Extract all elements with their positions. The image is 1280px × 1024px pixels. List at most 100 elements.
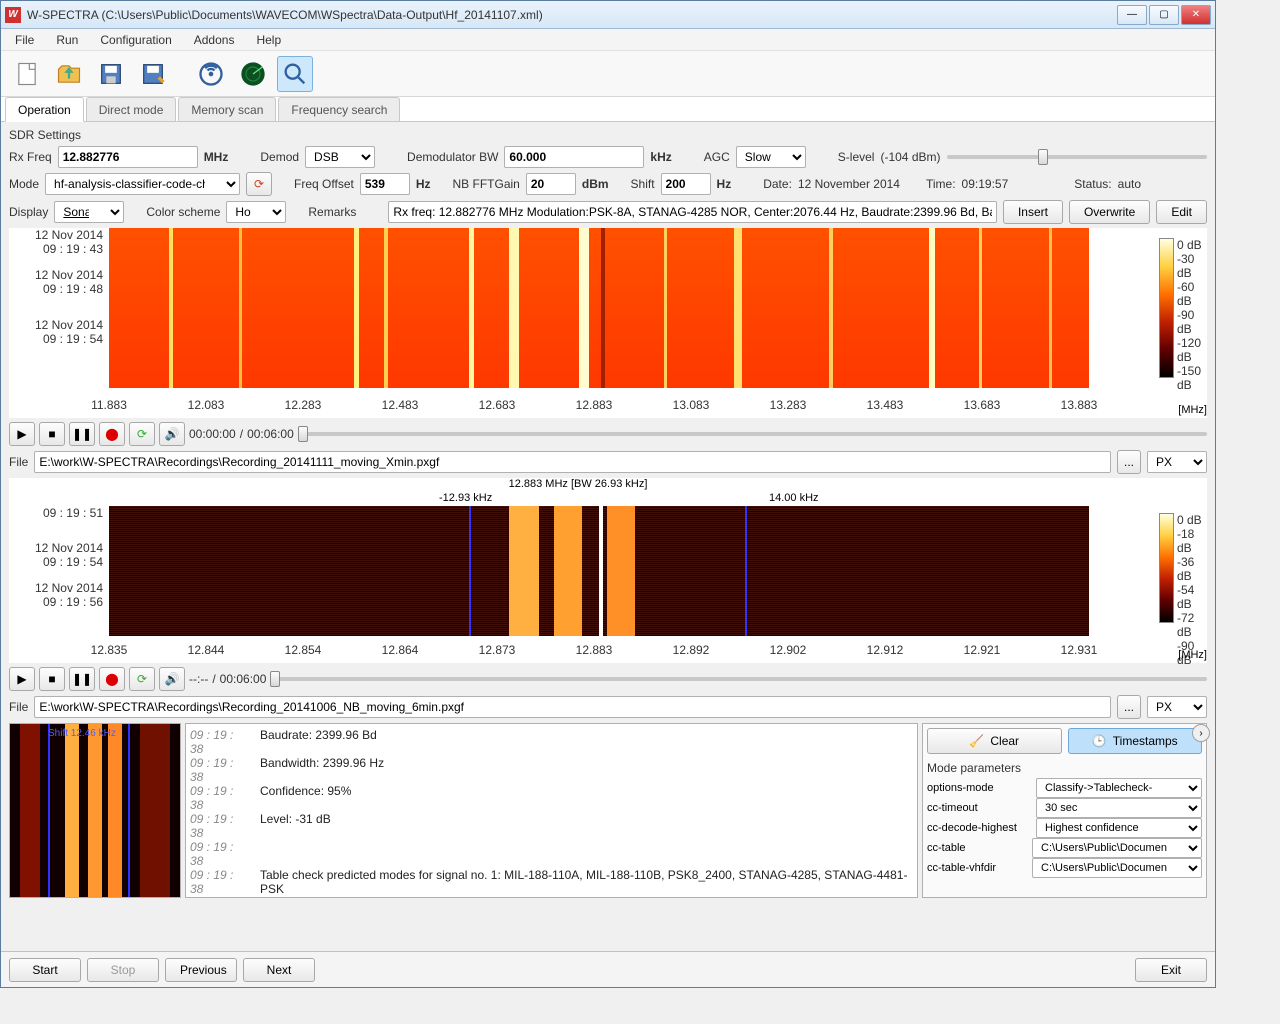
nb-input[interactable]: [526, 173, 576, 195]
loop-icon[interactable]: ⟳: [129, 422, 155, 446]
axis-tick: 12.883: [576, 398, 613, 412]
param-row: cc-timeout 30 sec: [927, 798, 1202, 818]
insert-button[interactable]: Insert: [1003, 200, 1063, 224]
spectrogram-wide[interactable]: 12 Nov 201409 : 19 : 43 12 Nov 201409 : …: [9, 228, 1207, 418]
sg2-canvas[interactable]: [109, 506, 1089, 636]
slevel-slider[interactable]: [947, 155, 1208, 159]
log-line: 09 : 19 : 38 Code check started, checkin…: [190, 896, 913, 898]
freq-offset-unit: Hz: [416, 177, 431, 191]
demod-select[interactable]: DSB: [305, 146, 375, 168]
param-select[interactable]: 30 sec: [1036, 798, 1202, 818]
menu-run[interactable]: Run: [46, 31, 88, 49]
transport-slider-2[interactable]: [270, 677, 1207, 681]
param-row: cc-tableC:\Users\Public\Documen: [927, 838, 1202, 858]
color-label: Color scheme: [146, 205, 220, 219]
timestamps-button[interactable]: 🕒Timestamps: [1068, 728, 1203, 754]
remarks-label: Remarks: [308, 205, 356, 219]
mini-sg-label: Shift 12.46 kHz: [48, 728, 116, 739]
menu-help[interactable]: Help: [246, 31, 291, 49]
previous-button[interactable]: Previous: [165, 958, 237, 982]
transport-slider-1[interactable]: [298, 432, 1207, 436]
status-label: Status:: [1074, 177, 1111, 191]
format-select-2[interactable]: PXGF: [1147, 696, 1207, 718]
sg1-canvas[interactable]: [109, 228, 1089, 388]
param-label: cc-decode-highest: [927, 822, 1032, 834]
stop-button[interactable]: Stop: [87, 958, 159, 982]
spectrogram-narrow[interactable]: 12.883 MHz [BW 26.93 kHz] -12.93 kHz 14.…: [9, 478, 1207, 663]
titlebar: W W-SPECTRA (C:\Users\Public\Documents\W…: [1, 1, 1215, 29]
slevel-value: (-104 dBm): [880, 150, 940, 164]
refresh-mode-icon[interactable]: ⟳: [246, 172, 272, 196]
param-label: cc-timeout: [927, 802, 1032, 814]
browse-button-1[interactable]: ...: [1117, 450, 1141, 474]
tab-memory-scan[interactable]: Memory scan: [178, 97, 276, 121]
format-select-1[interactable]: PXGF: [1147, 451, 1207, 473]
menu-file[interactable]: File: [5, 31, 44, 49]
search-icon[interactable]: [277, 56, 313, 92]
open-file-icon[interactable]: [51, 56, 87, 92]
new-file-icon[interactable]: [9, 56, 45, 92]
antenna-icon[interactable]: [193, 56, 229, 92]
axis-tick: 13.883: [1061, 398, 1098, 412]
pause-icon[interactable]: ❚❚: [69, 422, 95, 446]
play-icon-2[interactable]: ▶: [9, 667, 35, 691]
stop-icon-2[interactable]: ■: [39, 667, 65, 691]
loop-icon-2[interactable]: ⟳: [129, 667, 155, 691]
axis-tick: 13.083: [673, 398, 710, 412]
bw-unit: kHz: [650, 150, 671, 164]
log-text[interactable]: 09 : 19 : 38Baudrate: 2399.96 Bd09 : 19 …: [185, 723, 918, 898]
shift-input[interactable]: [661, 173, 711, 195]
display-select[interactable]: Sonagra: [54, 201, 124, 223]
play-icon[interactable]: ▶: [9, 422, 35, 446]
next-button[interactable]: Next: [243, 958, 315, 982]
time-current-2: --:--: [189, 672, 208, 686]
time-label: Time:: [926, 177, 956, 191]
freq-offset-input[interactable]: [360, 173, 410, 195]
sg1-colorbar: 0 dB-30 dB-60 dB-90 dB-120 dB-150 dB: [1159, 238, 1207, 378]
radar-icon[interactable]: [235, 56, 271, 92]
speaker-icon-2[interactable]: 🔊: [159, 667, 185, 691]
color-select[interactable]: Hot: [226, 201, 286, 223]
browse-button-2[interactable]: ...: [1117, 695, 1141, 719]
tab-frequency-search[interactable]: Frequency search: [278, 97, 400, 121]
clear-button[interactable]: 🧹Clear: [927, 728, 1062, 754]
tab-operation[interactable]: Operation: [5, 97, 84, 122]
minimize-button[interactable]: —: [1117, 5, 1147, 25]
close-button[interactable]: ✕: [1181, 5, 1211, 25]
agc-select[interactable]: Slow: [736, 146, 806, 168]
save-as-icon[interactable]: [135, 56, 171, 92]
start-button[interactable]: Start: [9, 958, 81, 982]
menu-configuration[interactable]: Configuration: [90, 31, 181, 49]
save-icon[interactable]: [93, 56, 129, 92]
speaker-icon[interactable]: 🔊: [159, 422, 185, 446]
stop-icon[interactable]: ■: [39, 422, 65, 446]
bw-input[interactable]: [504, 146, 644, 168]
record-icon[interactable]: ⬤: [99, 422, 125, 446]
rx-freq-input[interactable]: [58, 146, 198, 168]
mode-select[interactable]: hf-analysis-classifier-code-check: [45, 173, 240, 195]
record-icon-2[interactable]: ⬤: [99, 667, 125, 691]
overwrite-button[interactable]: Overwrite: [1069, 200, 1150, 224]
pause-icon-2[interactable]: ❚❚: [69, 667, 95, 691]
edit-button[interactable]: Edit: [1156, 200, 1207, 224]
mini-spectrogram[interactable]: Shift 12.46 kHz: [9, 723, 181, 898]
axis-tick: 12.931: [1061, 643, 1098, 657]
menu-addons[interactable]: Addons: [184, 31, 245, 49]
sg1-y-axis: 12 Nov 201409 : 19 : 43 12 Nov 201409 : …: [9, 228, 109, 398]
app-icon: W: [5, 7, 21, 23]
log-line: 09 : 19 : 38Confidence: 95%: [190, 784, 913, 812]
maximize-button[interactable]: ▢: [1149, 5, 1179, 25]
tab-direct-mode[interactable]: Direct mode: [86, 97, 177, 121]
exit-button[interactable]: Exit: [1135, 958, 1207, 982]
time-total-2: 00:06:00: [220, 672, 267, 686]
param-select[interactable]: C:\Users\Public\Documen: [1032, 838, 1202, 858]
param-select[interactable]: Classify->Tablecheck-: [1036, 778, 1202, 798]
expand-icon[interactable]: ›: [1192, 724, 1210, 742]
file-input-2[interactable]: [34, 696, 1111, 718]
shift-unit: Hz: [717, 177, 732, 191]
sg2-x-axis: 12.83512.84412.85412.86412.87312.88312.8…: [9, 643, 1147, 663]
param-select[interactable]: Highest confidence: [1036, 818, 1202, 838]
param-select[interactable]: C:\Users\Public\Documen: [1032, 858, 1202, 878]
remarks-input[interactable]: [388, 201, 997, 223]
file-input-1[interactable]: [34, 451, 1111, 473]
